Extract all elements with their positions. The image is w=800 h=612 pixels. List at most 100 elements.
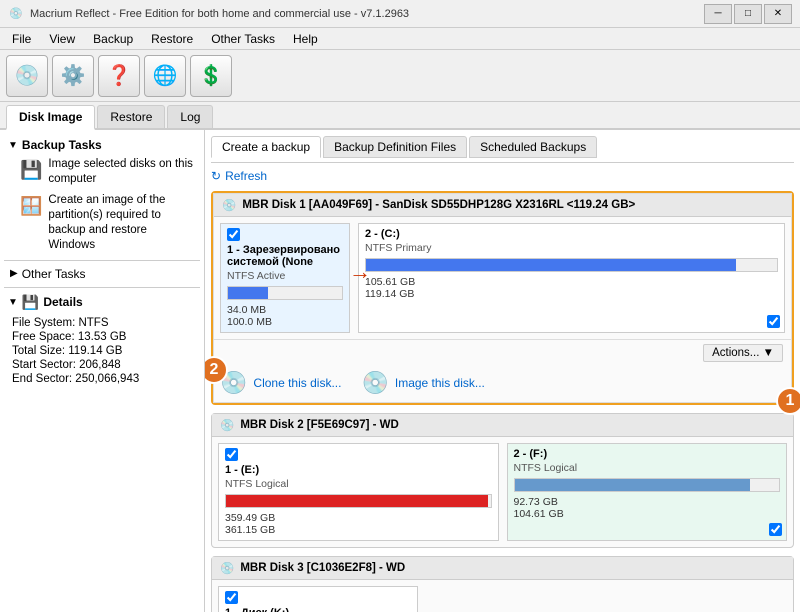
startsector-value: 206,848 <box>79 359 121 371</box>
disk2-partition1-sizes: 359.49 GB 361.15 GB <box>225 512 492 536</box>
disk2-partition2-sizes: 92.73 GB 104.61 GB <box>514 496 781 520</box>
disk1-partition2[interactable]: 2 - (C:) NTFS Primary 105.61 GB 119.14 G… <box>358 223 785 333</box>
browse-toolbar-btn[interactable]: 🌐 <box>144 55 186 97</box>
disk1-hdd-icon: 💿 <box>222 198 236 212</box>
other-tasks-arrow: ▶ <box>10 268 18 279</box>
backup-tasks-header[interactable]: ▼ Backup Tasks <box>4 136 200 154</box>
endsector-label: End Sector: <box>12 373 72 385</box>
refresh-icon: ↻ <box>211 169 221 183</box>
disk1-partition2-bar <box>366 259 736 271</box>
settings-toolbar-btn[interactable]: ⚙️ <box>52 55 94 97</box>
sidebar-item-image-windows[interactable]: 🪟 Create an image of the partition(s) re… <box>4 190 200 256</box>
totalsize-value: 119.14 GB <box>68 345 122 357</box>
disk1-partitions: 1 - Зарезервировано системой (None NTFS … <box>214 217 791 339</box>
disk2-partition1-bar <box>226 495 488 507</box>
clone-label: Clone this disk... <box>253 376 341 390</box>
menu-view[interactable]: View <box>41 30 83 48</box>
content-tab-create-backup[interactable]: Create a backup <box>211 136 321 158</box>
disk1-header: 💿 MBR Disk 1 [AA049F69] - SanDisk SD55DH… <box>214 194 791 217</box>
disk1-actions-icon: ▼ <box>763 347 774 359</box>
disk1-panel: 💿 MBR Disk 1 [AA049F69] - SanDisk SD55DH… <box>211 191 794 405</box>
badge-1: 1 <box>776 387 800 415</box>
disk3-header: 💿 MBR Disk 3 [C1036E2F8] - WD <box>212 557 793 580</box>
details-section-container: ▼ 💾 Details File System: NTFS Free Space… <box>4 292 200 391</box>
sidebar: ▼ Backup Tasks 💾 Image selected disks on… <box>0 130 205 612</box>
disk2-panel: 💿 MBR Disk 2 [F5E69C97] - WD 1 - (E:) NT… <box>211 413 794 548</box>
menu-help[interactable]: Help <box>285 30 326 48</box>
details-hdd-icon: 💾 <box>22 294 39 311</box>
help-toolbar-btn[interactable]: ❓ <box>98 55 140 97</box>
image-disk-button[interactable]: 💿 Image this disk... <box>361 370 484 396</box>
main-tab-bar: Disk Image Restore Log <box>0 102 800 130</box>
sidebar-item-image-disks[interactable]: 💾 Image selected disks on this computer <box>4 154 200 190</box>
disk2-header-text: MBR Disk 2 [F5E69C97] - WD <box>240 419 398 431</box>
close-button[interactable]: ✕ <box>764 4 792 24</box>
disk3-partition1-checkbox[interactable] <box>225 591 238 604</box>
disk1-actions-button[interactable]: Actions... ▼ <box>703 344 783 362</box>
disk2-partition1-checkbox[interactable] <box>225 448 238 461</box>
purchase-toolbar-btn[interactable]: 💲 <box>190 55 232 97</box>
totalsize-label: Total Size: <box>12 345 65 357</box>
totalsize-row: Total Size: 119.14 GB <box>12 345 192 357</box>
disk3-partitions: 1 - Диск (K:) NTFS Primary 206.6 MB 465.… <box>212 580 793 612</box>
disk1-partition1-bar <box>228 287 268 299</box>
disk1-partition2-name: 2 - (C:) <box>365 228 778 240</box>
refresh-label: Refresh <box>225 169 267 183</box>
other-tasks-section[interactable]: ▶ Other Tasks <box>4 265 200 283</box>
startsector-label: Start Sector: <box>12 359 76 371</box>
content-tab-scheduled[interactable]: Scheduled Backups <box>469 136 597 158</box>
minimize-button[interactable]: ─ <box>704 4 732 24</box>
disk2-partition2[interactable]: 2 - (F:) NTFS Logical 92.73 GB 104.61 GB <box>507 443 788 541</box>
tab-log[interactable]: Log <box>167 105 213 128</box>
menu-other-tasks[interactable]: Other Tasks <box>203 30 283 48</box>
tab-restore[interactable]: Restore <box>97 105 165 128</box>
disk3-partition1[interactable]: 1 - Диск (K:) NTFS Primary 206.6 MB 465.… <box>218 586 418 612</box>
backup-tasks-section: ▼ Backup Tasks 💾 Image selected disks on… <box>4 136 200 256</box>
menu-bar: File View Backup Restore Other Tasks Hel… <box>0 28 800 50</box>
toolbar: 💿 ⚙️ ❓ 🌐 💲 <box>0 50 800 102</box>
content-tabs: Create a backup Backup Definition Files … <box>211 136 794 163</box>
disk1-partition1[interactable]: 1 - Зарезервировано системой (None NTFS … <box>220 223 350 333</box>
disk1-partition2-sizes: 105.61 GB 119.14 GB <box>365 276 778 300</box>
disk2-partition2-type: NTFS Logical <box>514 462 781 474</box>
refresh-link[interactable]: ↻ Refresh <box>211 169 794 183</box>
disk2-partition2-bar-container <box>514 478 781 492</box>
disk2-partition1-bar-container <box>225 494 492 508</box>
disk3-panel: 💿 MBR Disk 3 [C1036E2F8] - WD 1 - Диск (… <box>211 556 794 612</box>
content-tab-definition-files[interactable]: Backup Definition Files <box>323 136 467 158</box>
image-label: Image this disk... <box>395 376 485 390</box>
disk1-actions-row: Actions... ▼ <box>214 339 791 366</box>
disk1-partition2-bar-container <box>365 258 778 272</box>
disk3-hdd-icon: 💿 <box>220 561 234 575</box>
clone-disk-button[interactable]: 💿 Clone this disk... <box>220 370 341 396</box>
menu-file[interactable]: File <box>4 30 39 48</box>
sidebar-item-image-windows-label: Create an image of the partition(s) requ… <box>48 193 194 253</box>
other-tasks-label: Other Tasks <box>22 267 86 281</box>
disk2-partition1-name: 1 - (E:) <box>225 464 492 476</box>
menu-backup[interactable]: Backup <box>85 30 141 48</box>
disk1-partition1-checkbox[interactable] <box>227 228 240 241</box>
filesystem-label: File System: <box>12 317 75 329</box>
maximize-button[interactable]: □ <box>734 4 762 24</box>
startsector-row: Start Sector: 206,848 <box>12 359 192 371</box>
filesystem-value: NTFS <box>78 317 108 329</box>
title-bar-controls: ─ □ ✕ <box>704 4 792 24</box>
disk2-partition1[interactable]: 1 - (E:) NTFS Logical 359.49 GB 361.15 G… <box>218 443 499 541</box>
freespace-value: 13.53 GB <box>78 331 127 343</box>
title-bar-left: 💿 Macrium Reflect - Free Edition for bot… <box>8 6 409 22</box>
disk-image-toolbar-btn[interactable]: 💿 <box>6 55 48 97</box>
details-header[interactable]: ▼ 💾 Details <box>4 292 200 313</box>
window-title: Macrium Reflect - Free Edition for both … <box>30 8 409 20</box>
disk2-partition2-bar <box>515 479 750 491</box>
windows-icon: 🪟 <box>20 195 42 218</box>
hdd-icon: 💾 <box>20 159 42 182</box>
image-icon: 💿 <box>361 370 388 396</box>
freespace-row: Free Space: 13.53 GB <box>12 331 192 343</box>
app-icon: 💿 <box>8 6 24 22</box>
disk2-partition2-checkbox[interactable] <box>769 523 782 536</box>
disk1-partition2-checkbox[interactable] <box>767 315 780 328</box>
details-arrow: ▼ <box>8 297 18 308</box>
tab-disk-image[interactable]: Disk Image <box>6 105 95 130</box>
menu-restore[interactable]: Restore <box>143 30 201 48</box>
disk2-partition1-type: NTFS Logical <box>225 478 492 490</box>
